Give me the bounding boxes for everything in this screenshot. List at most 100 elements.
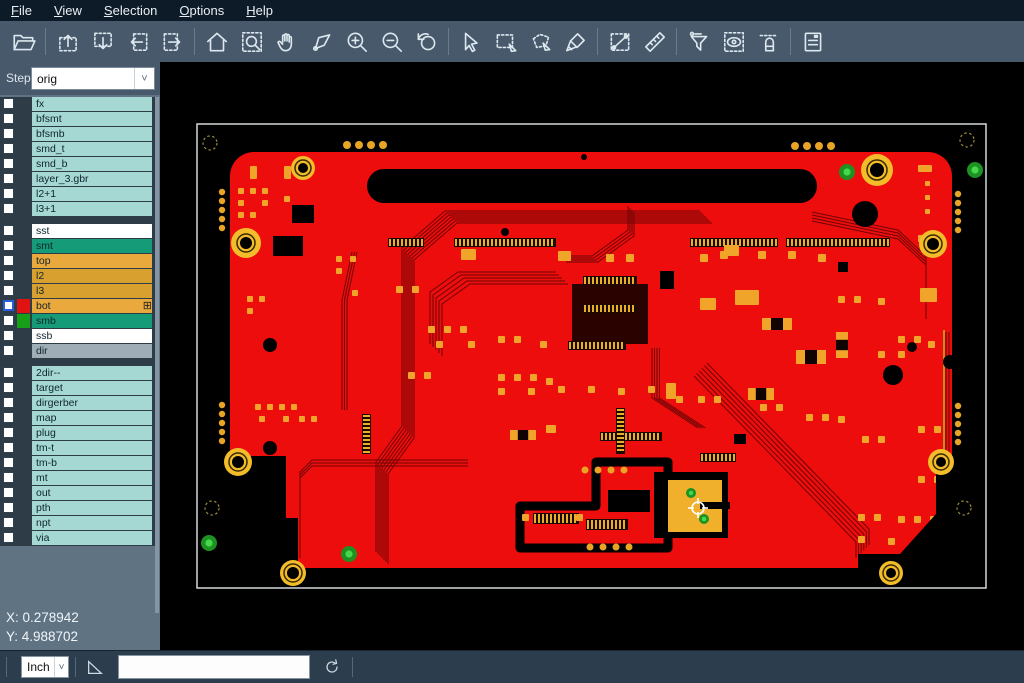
tool-select-polygon-icon[interactable] — [523, 25, 558, 59]
layer-name[interactable]: tm-t — [32, 441, 152, 455]
layer-name[interactable]: l3+1 — [32, 202, 152, 216]
layer-name[interactable]: bfsmb — [32, 127, 152, 141]
layer-name[interactable]: smd_t — [32, 142, 152, 156]
tool-filter-icon[interactable] — [681, 25, 716, 59]
tool-view-eye-icon[interactable] — [716, 25, 751, 59]
layer-checkbox[interactable] — [3, 188, 14, 199]
layer-checkbox[interactable] — [3, 315, 14, 326]
layer-checkbox[interactable] — [3, 412, 14, 423]
layer-row-dirgerber[interactable]: dirgerber — [0, 396, 155, 410]
tool-step-up-icon[interactable] — [50, 25, 85, 59]
layer-row-via[interactable]: via — [0, 531, 155, 545]
tool-step-left-icon[interactable] — [120, 25, 155, 59]
layer-row-top[interactable]: top — [0, 254, 155, 268]
layer-name[interactable]: plug — [32, 426, 152, 440]
layer-name[interactable]: map — [32, 411, 152, 425]
layer-row-out[interactable]: out — [0, 486, 155, 500]
layer-row-map[interactable]: map — [0, 411, 155, 425]
tool-select-rect-icon[interactable] — [488, 25, 523, 59]
layer-checkbox[interactable] — [3, 143, 14, 154]
tool-zoom-window-icon[interactable] — [234, 25, 269, 59]
layer-name[interactable]: dir — [32, 344, 152, 358]
layer-checkbox[interactable] — [3, 285, 14, 296]
layer-checkbox[interactable] — [3, 173, 14, 184]
tool-measure-line-icon[interactable] — [602, 25, 637, 59]
layer-row-tm-t[interactable]: tm-t — [0, 441, 155, 455]
layer-name[interactable]: layer_3.gbr — [32, 172, 152, 186]
layer-checkbox[interactable] — [3, 382, 14, 393]
layer-row-ssb[interactable]: ssb — [0, 329, 155, 343]
layer-row-tm-b[interactable]: tm-b — [0, 456, 155, 470]
layer-checkbox[interactable] — [3, 427, 14, 438]
tool-home-view-icon[interactable] — [199, 25, 234, 59]
layer-row-layer_3.gbr[interactable]: layer_3.gbr — [0, 172, 155, 186]
layer-checkbox[interactable] — [3, 517, 14, 528]
layer-name[interactable]: sst — [32, 224, 152, 238]
tool-step-down-icon[interactable] — [85, 25, 120, 59]
layer-checkbox[interactable] — [3, 128, 14, 139]
layer-row-mt[interactable]: mt — [0, 471, 155, 485]
refresh-icon[interactable] — [318, 655, 346, 679]
layer-checkbox[interactable] — [3, 532, 14, 543]
layer-list-scrollbar[interactable] — [155, 97, 159, 613]
layer-checkbox[interactable] — [3, 300, 14, 311]
layer-checkbox[interactable] — [3, 240, 14, 251]
layer-checkbox[interactable] — [3, 225, 14, 236]
layer-row-l2[interactable]: l2 — [0, 269, 155, 283]
layer-name[interactable]: via — [32, 531, 152, 545]
layer-name[interactable]: smt — [32, 239, 152, 253]
layer-checkbox[interactable] — [3, 98, 14, 109]
layer-name[interactable]: out — [32, 486, 152, 500]
layer-checkbox[interactable] — [3, 457, 14, 468]
layer-name[interactable]: dirgerber — [32, 396, 152, 410]
layer-checkbox[interactable] — [3, 113, 14, 124]
layer-row-pth[interactable]: pth — [0, 501, 155, 515]
tool-zoom-in-icon[interactable] — [339, 25, 374, 59]
layer-name[interactable]: l2 — [32, 269, 152, 283]
layer-row-smb[interactable]: smb — [0, 314, 155, 328]
layer-checkbox[interactable] — [3, 442, 14, 453]
layer-checkbox[interactable] — [3, 203, 14, 214]
layer-name[interactable]: smd_b — [32, 157, 152, 171]
tool-zoom-out-icon[interactable] — [374, 25, 409, 59]
layer-name[interactable]: target — [32, 381, 152, 395]
angle-measure-icon[interactable] — [82, 655, 108, 679]
layer-name[interactable]: fx — [32, 97, 152, 111]
layer-checkbox[interactable] — [3, 397, 14, 408]
layer-checkbox[interactable] — [3, 472, 14, 483]
layer-name[interactable]: top — [32, 254, 152, 268]
layer-row-l3+1[interactable]: l3+1 — [0, 202, 155, 216]
layer-name[interactable]: smb — [32, 314, 152, 328]
pcb-canvas[interactable] — [160, 62, 1024, 650]
layer-row-smt[interactable]: smt — [0, 239, 155, 253]
layer-row-l2+1[interactable]: l2+1 — [0, 187, 155, 201]
layer-row-2dir--[interactable]: 2dir-- — [0, 366, 155, 380]
layer-name[interactable]: l3 — [32, 284, 152, 298]
layer-name[interactable]: ssb — [32, 329, 152, 343]
layer-row-dir[interactable]: dir — [0, 344, 155, 358]
tool-panel-list-icon[interactable] — [795, 25, 830, 59]
layer-row-npt[interactable]: npt — [0, 516, 155, 530]
layer-row-plug[interactable]: plug — [0, 426, 155, 440]
layer-name[interactable]: npt — [32, 516, 152, 530]
menu-item-help[interactable]: Help — [235, 0, 284, 21]
layer-row-bfsmb[interactable]: bfsmb — [0, 127, 155, 141]
tool-snap-magnet-icon[interactable] — [751, 25, 786, 59]
layer-row-target[interactable]: target — [0, 381, 155, 395]
tool-select-cursor-icon[interactable] — [453, 25, 488, 59]
layer-name[interactable]: mt — [32, 471, 152, 485]
layer-name[interactable]: l2+1 — [32, 187, 152, 201]
layer-row-sst[interactable]: sst — [0, 224, 155, 238]
tool-open-file-icon[interactable] — [6, 25, 41, 59]
layer-checkbox[interactable] — [3, 270, 14, 281]
layer-row-fx[interactable]: fx — [0, 97, 155, 111]
layer-name[interactable]: pth — [32, 501, 152, 515]
unit-select[interactable]: Inch ˅ — [21, 656, 69, 678]
layer-name[interactable]: 2dir-- — [32, 366, 152, 380]
tool-zoom-polygon-icon[interactable] — [304, 25, 339, 59]
menu-item-selection[interactable]: Selection — [93, 0, 168, 21]
layer-checkbox[interactable] — [3, 255, 14, 266]
menu-item-view[interactable]: View — [43, 0, 93, 21]
command-input[interactable] — [118, 655, 310, 679]
tool-ruler-icon[interactable] — [637, 25, 672, 59]
